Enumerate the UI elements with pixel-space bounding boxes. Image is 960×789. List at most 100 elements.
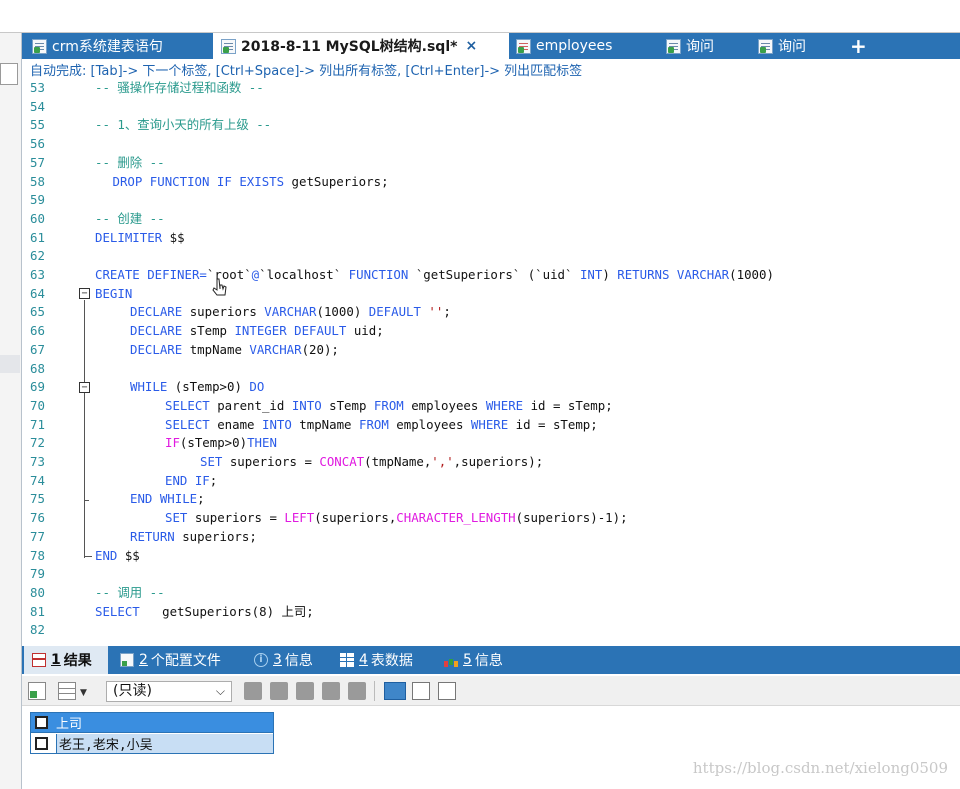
line-number: 53	[30, 80, 45, 95]
code-token: INTO	[261, 416, 300, 432]
code-token: getSuperiors;	[291, 173, 389, 189]
new-tab-button[interactable]: +	[850, 33, 880, 59]
code-token: RETURN	[130, 528, 183, 544]
tab-label: 结果	[63, 653, 92, 669]
code-token: INT	[572, 267, 603, 282]
code-token: (	[520, 267, 536, 282]
code-token: ;	[209, 472, 218, 488]
column-header[interactable]: 上司	[56, 713, 82, 732]
code-text: IF(sTemp>0)THEN	[165, 434, 277, 452]
tab-profiles[interactable]: 2 个配置文件	[120, 646, 240, 674]
tab-mysql-tree[interactable]: 2018-8-11 MySQL树结构.sql* ×	[213, 33, 509, 59]
chevron-down-icon: ⌵	[215, 684, 225, 698]
cancel-icon[interactable]	[348, 682, 366, 700]
code-token: ;	[197, 491, 205, 507]
tab-result[interactable]: 1 结果	[24, 646, 108, 674]
line-number: 57	[30, 154, 45, 170]
code-token: (20);	[301, 341, 339, 357]
copy-icon[interactable]	[270, 682, 288, 700]
code-token: id = sTemp;	[515, 416, 598, 432]
code-token: $$	[169, 229, 185, 245]
table-row[interactable]: 老王,老宋,小吴	[30, 733, 274, 754]
left-collapse-box[interactable]	[0, 63, 18, 85]
code-token: WHERE	[470, 416, 516, 432]
query-file-icon	[666, 38, 681, 54]
readonly-mode-select[interactable]: (只读) ⌵	[106, 681, 232, 702]
fold-toggle-while[interactable]: −	[79, 382, 90, 393]
code-token: employees	[411, 397, 486, 413]
close-icon[interactable]: ×	[465, 38, 477, 54]
delete-icon[interactable]	[322, 682, 340, 700]
code-token: )	[602, 267, 618, 282]
line-number: 81	[30, 603, 45, 619]
tab-info-5[interactable]: 5 信息	[444, 646, 524, 674]
code-text: DROP FUNCTION IF EXISTS getSuperiors;	[113, 173, 389, 191]
line-number: 70	[30, 397, 45, 413]
tab-query-2[interactable]: 询问	[758, 33, 848, 59]
grid-view-icon[interactable]	[58, 682, 76, 700]
query-tab-bar: crm系统建表语句 2018-8-11 MySQL树结构.sql* × empl…	[22, 33, 960, 59]
code-text: SET superiors = LEFT(superiors,CHARACTER…	[165, 509, 628, 527]
fold-toggle-begin[interactable]: −	[79, 288, 90, 299]
code-token: -- 创建 --	[95, 210, 165, 226]
code-token: END WHILE	[130, 491, 198, 507]
tab-crm[interactable]: crm系统建表语句	[32, 33, 212, 59]
add-record-icon[interactable]	[28, 682, 46, 700]
code-text: -- 删除 --	[95, 154, 165, 172]
tab-label: 信息	[284, 653, 313, 669]
code-token: BEGIN	[95, 285, 133, 301]
line-number: 63	[30, 267, 45, 282]
code-token: uid;	[353, 323, 384, 339]
code-token: `localhost`	[259, 267, 342, 282]
code-token: id = sTemp;	[530, 397, 613, 413]
sql-editor[interactable]: − − 53 -- 骚操作存储过程和函数 -- 54 55 -- 1、查询小天的所有上级…	[22, 78, 960, 640]
code-token: `uid`	[535, 267, 573, 282]
filter-icon[interactable]	[244, 682, 262, 700]
result-tab-bar: 1 结果 2 个配置文件 i 3 信息 4 表数据 5 信息	[22, 646, 960, 674]
line-number: 68	[30, 360, 45, 376]
tab-info[interactable]: i 3 信息	[254, 646, 330, 674]
code-text: DECLARE sTemp INTEGER DEFAULT uid;	[130, 322, 384, 340]
code-token: -- 删除 --	[95, 154, 165, 170]
grid-layout-icon[interactable]	[384, 682, 406, 700]
code-token: (superiors)-1);	[515, 510, 628, 526]
result-toolbar: ▼ (只读) ⌵	[22, 676, 960, 706]
code-text: -- 创建 --	[95, 210, 165, 228]
code-token: -- 骚操作存储过程和函数 --	[95, 80, 264, 95]
save-icon[interactable]	[296, 682, 314, 700]
header-checkbox[interactable]	[35, 716, 48, 729]
tab-label: 个配置文件	[150, 653, 221, 669]
dropdown-arrow-icon[interactable]: ▼	[80, 688, 87, 698]
code-text: -- 调用 --	[95, 584, 165, 602]
result-cell[interactable]: 老王,老宋,小吴	[56, 733, 273, 753]
tab-query-1[interactable]: 询问	[666, 33, 756, 59]
tab-employees[interactable]: employees	[516, 33, 646, 59]
code-token: SET	[200, 454, 230, 469]
row-checkbox[interactable]	[35, 736, 48, 750]
tab-label: 表数据	[370, 653, 413, 669]
code-token: superiors;	[182, 528, 257, 544]
line-number: 66	[30, 323, 45, 339]
tab-number: 1	[51, 652, 61, 668]
tab-label: 信息	[474, 653, 503, 669]
code-token: LEFT	[284, 510, 315, 526]
line-number: 54	[30, 98, 45, 114]
code-text: -- 1、查询小天的所有上级 --	[95, 116, 271, 134]
tab-number: 5	[463, 652, 472, 668]
code-text: -- 骚操作存储过程和函数 --	[95, 79, 264, 97]
code-token: ''	[428, 304, 444, 320]
line-number: 76	[30, 510, 45, 526]
code-token: (1000)	[729, 267, 774, 282]
form-view-icon[interactable]	[412, 682, 430, 700]
code-text: SET superiors = CONCAT(tmpName,',',super…	[200, 453, 543, 471]
line-number: 62	[30, 248, 45, 264]
line-number: 82	[30, 622, 45, 638]
text-view-icon[interactable]	[438, 682, 456, 700]
code-text: WHILE (sTemp>0) DO	[130, 378, 264, 396]
tab-label: 2018-8-11 MySQL树结构.sql*	[241, 39, 458, 55]
code-text: RETURN superiors;	[130, 528, 257, 546]
code-text: END $$	[95, 547, 140, 565]
code-token: DECLARE	[130, 304, 190, 320]
code-token: THEN	[247, 435, 277, 451]
tab-table-data[interactable]: 4 表数据	[340, 646, 430, 674]
